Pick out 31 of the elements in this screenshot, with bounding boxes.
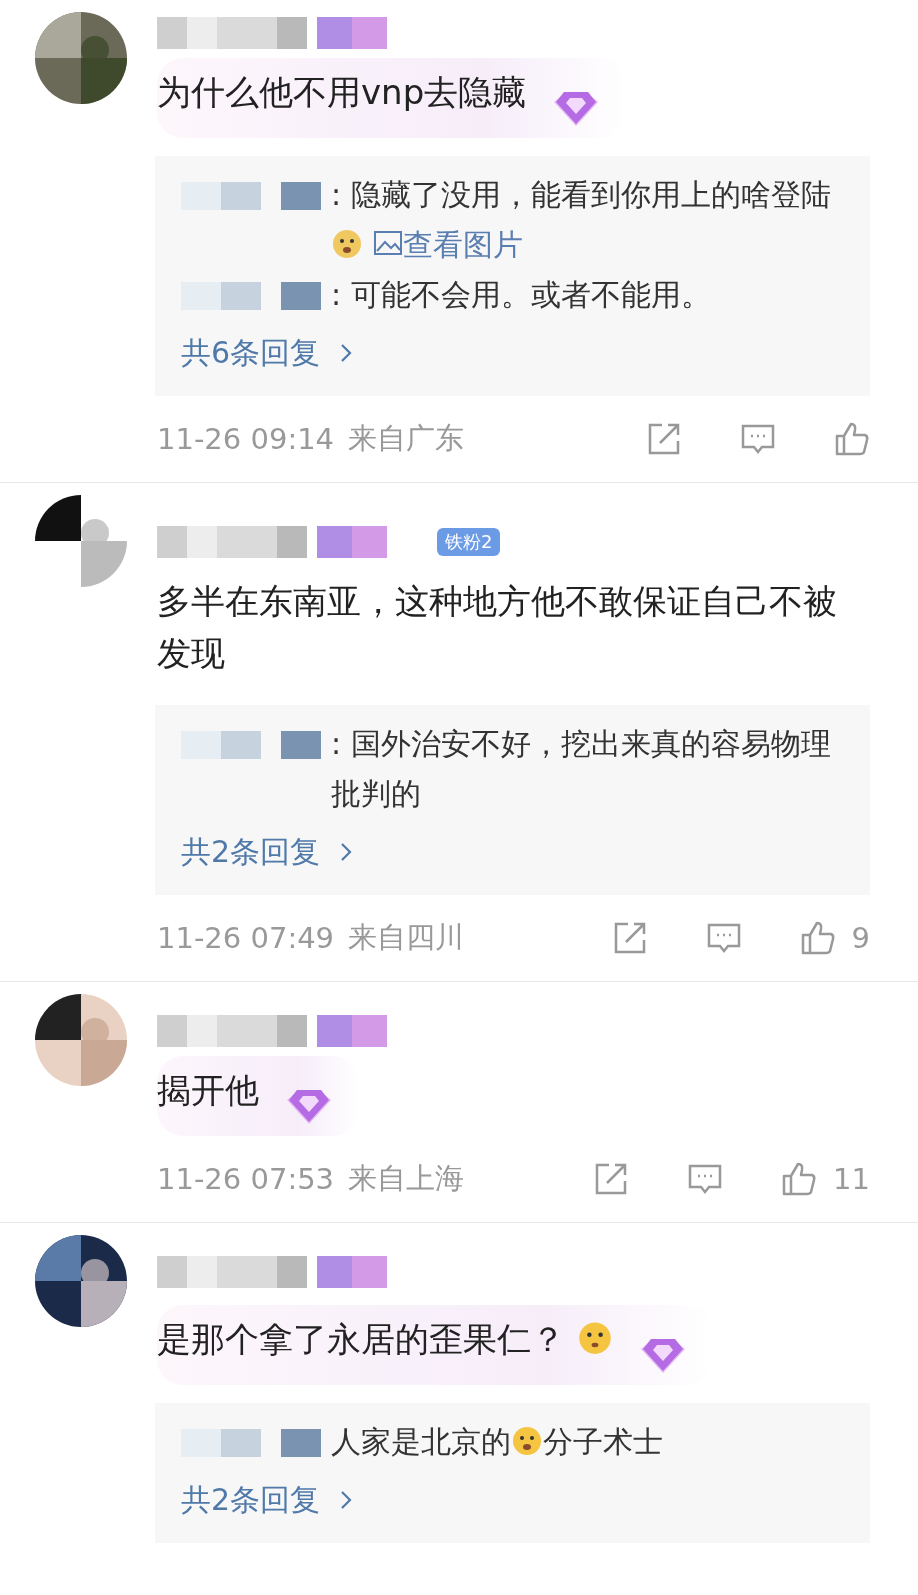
thumbs-up-icon[interactable] [834,421,870,457]
reply-text: 人家是北京的 分子术士 [331,1423,663,1461]
comment-time: 11-26 09:14 [157,422,335,456]
image-icon [373,229,403,257]
comment-location: 来自广东 [348,420,465,457]
chevron-right-icon[interactable] [340,1490,353,1510]
comment-location: 来自上海 [348,1160,465,1197]
fan-badge: 铁粉2 [437,528,501,556]
like-count: 9 [851,921,870,955]
comment-text: 揭开他 [157,1069,259,1112]
thumbs-up-icon[interactable] [781,1161,818,1197]
like-count: 11 [833,1162,870,1196]
avatar[interactable] [35,495,127,587]
reply-text: : 可能不会用。或者不能用。 [331,276,711,314]
reply-text: : 国外治安不好，挖出来真的容易物理批判的 [331,725,832,813]
puzzled-face-icon [577,1319,613,1355]
more-replies-link[interactable]: 共6条回复 [181,328,321,378]
comment-time: 11-26 07:49 [157,921,335,955]
chevron-right-icon[interactable] [340,343,353,363]
share-icon[interactable] [646,421,682,457]
more-replies-link[interactable]: 共2条回复 [181,1475,321,1525]
comment-text: 多半在东南亚，这种地方他不敢保证自己不被发现 [157,580,838,675]
reply-text: : 隐藏了没用，能看到你用上的啥登陆 查看图片 [331,176,832,264]
chevron-right-icon[interactable] [340,842,353,862]
more-replies-link[interactable]: 共2条回复 [181,827,321,877]
comment-location: 来自四川 [348,919,465,956]
comment-text: 为什么他不用vnp去隐藏 [157,71,527,114]
comment-time: 11-26 07:53 [157,1162,335,1196]
comment-text: 是那个拿了永居的歪果仁？ [157,1313,613,1365]
view-image-link[interactable]: 查看图片 [373,227,523,262]
thumbs-up-icon[interactable] [799,920,836,956]
